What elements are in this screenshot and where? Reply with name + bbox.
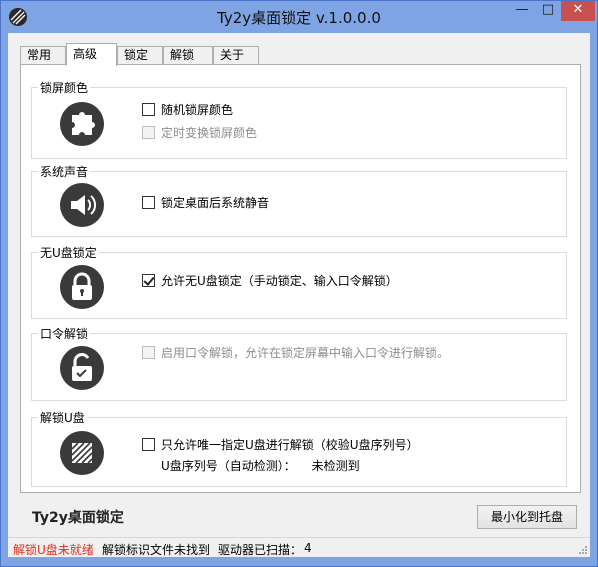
minimize-to-tray-button[interactable]: 最小化到托盘 bbox=[477, 505, 577, 529]
random-color-checkbox[interactable] bbox=[142, 103, 155, 116]
group-password-unlock: 口令解锁 启用口令解锁，允许在锁定屏幕中输入口令进行解锁。 bbox=[31, 325, 567, 401]
title-bar[interactable]: Ty2y桌面锁定 v.1.0.0.0 — □ ✕ bbox=[1, 1, 597, 33]
timed-color-label: 定时变换锁屏颜色 bbox=[161, 126, 258, 140]
group-no-usb-lock: 无U盘锁定 允许无U盘锁定（手动锁定、输入口令解锁） bbox=[31, 244, 567, 319]
padlock-open-icon bbox=[60, 346, 104, 390]
status-bar: 解锁U盘未就绪 解锁标识文件未找到 驱动器已扫描： 4 bbox=[8, 537, 590, 557]
brand-label: Ty2y桌面锁定 bbox=[32, 510, 124, 526]
unique-usb-label: 只允许唯一指定U盘进行解锁（校验U盘序列号） bbox=[161, 438, 419, 452]
speaker-icon bbox=[60, 183, 104, 227]
option-timed-color: 定时变换锁屏颜色 bbox=[142, 124, 257, 141]
drives-scanned-count: 4 bbox=[304, 541, 312, 555]
group-lock-color: 锁屏颜色 随机锁屏颜色 定时变换锁屏颜色 bbox=[31, 79, 567, 159]
password-unlock-checkbox bbox=[142, 346, 155, 359]
tab-advanced[interactable]: 高级 bbox=[66, 43, 117, 66]
maximize-button[interactable]: □ bbox=[535, 1, 561, 21]
app-window: Ty2y桌面锁定 v.1.0.0.0 — □ ✕ 常用 高级 锁定 解锁 关于 … bbox=[0, 0, 598, 567]
mute-label: 锁定桌面后系统静音 bbox=[161, 196, 270, 210]
option-mute[interactable]: 锁定桌面后系统静音 bbox=[142, 194, 269, 211]
option-random-color[interactable]: 随机锁屏颜色 bbox=[142, 101, 233, 118]
timed-color-checkbox bbox=[142, 126, 155, 139]
window-title: Ty2y桌面锁定 v.1.0.0.0 bbox=[217, 9, 381, 27]
option-password-unlock: 启用口令解锁，允许在锁定屏幕中输入口令进行解锁。 bbox=[142, 344, 449, 361]
minimize-button[interactable]: — bbox=[509, 1, 535, 21]
puzzle-icon bbox=[60, 102, 104, 146]
group-title: 口令解锁 bbox=[38, 325, 91, 342]
usb-status-text: 解锁U盘未就绪 bbox=[13, 543, 94, 557]
option-allow-no-usb[interactable]: 允许无U盘锁定（手动锁定、输入口令解锁） bbox=[142, 272, 398, 289]
close-button[interactable]: ✕ bbox=[561, 1, 595, 21]
client-area: 常用 高级 锁定 解锁 关于 锁屏颜色 随机锁屏颜色 定时变换锁屏颜色 系统声音… bbox=[8, 33, 590, 557]
usb-serial-row: U盘序列号（自动检测）： 未检测到 bbox=[161, 457, 360, 474]
tab-lock[interactable]: 锁定 bbox=[117, 46, 163, 65]
unique-usb-checkbox[interactable] bbox=[142, 438, 155, 451]
usb-drive-icon bbox=[60, 431, 104, 475]
password-unlock-label: 启用口令解锁，允许在锁定屏幕中输入口令进行解锁。 bbox=[161, 346, 450, 360]
group-title: 系统声音 bbox=[38, 163, 91, 180]
mute-checkbox[interactable] bbox=[142, 196, 155, 209]
padlock-closed-icon bbox=[60, 265, 104, 309]
group-title: 解锁U盘 bbox=[38, 409, 87, 426]
usb-serial-value: 未检测到 bbox=[311, 459, 360, 473]
usb-serial-label: U盘序列号（自动检测）： bbox=[161, 459, 296, 473]
allow-no-usb-checkbox[interactable] bbox=[142, 274, 155, 287]
random-color-label: 随机锁屏颜色 bbox=[161, 103, 234, 117]
group-title: 锁屏颜色 bbox=[38, 79, 91, 96]
allow-no-usb-label: 允许无U盘锁定（手动锁定、输入口令解锁） bbox=[161, 274, 398, 288]
option-unique-usb[interactable]: 只允许唯一指定U盘进行解锁（校验U盘序列号） bbox=[142, 436, 419, 453]
tab-about[interactable]: 关于 bbox=[213, 46, 259, 65]
file-status-text: 解锁标识文件未找到 bbox=[102, 543, 211, 557]
tab-unlock[interactable]: 解锁 bbox=[163, 46, 213, 65]
tab-panel-advanced: 锁屏颜色 随机锁屏颜色 定时变换锁屏颜色 系统声音 锁定桌面后系统静音 无U盘锁… bbox=[20, 64, 581, 493]
group-title: 无U盘锁定 bbox=[38, 244, 99, 261]
tab-general[interactable]: 常用 bbox=[20, 46, 66, 65]
group-unlock-usb: 解锁U盘 只允许唯一指定U盘进行解锁（校验U盘序列号） U盘序列号（自动检测）：… bbox=[31, 409, 567, 487]
drives-scanned-label: 驱动器已扫描： bbox=[218, 543, 303, 557]
resize-grip-icon[interactable] bbox=[578, 545, 588, 555]
group-system-sound: 系统声音 锁定桌面后系统静音 bbox=[31, 163, 567, 237]
